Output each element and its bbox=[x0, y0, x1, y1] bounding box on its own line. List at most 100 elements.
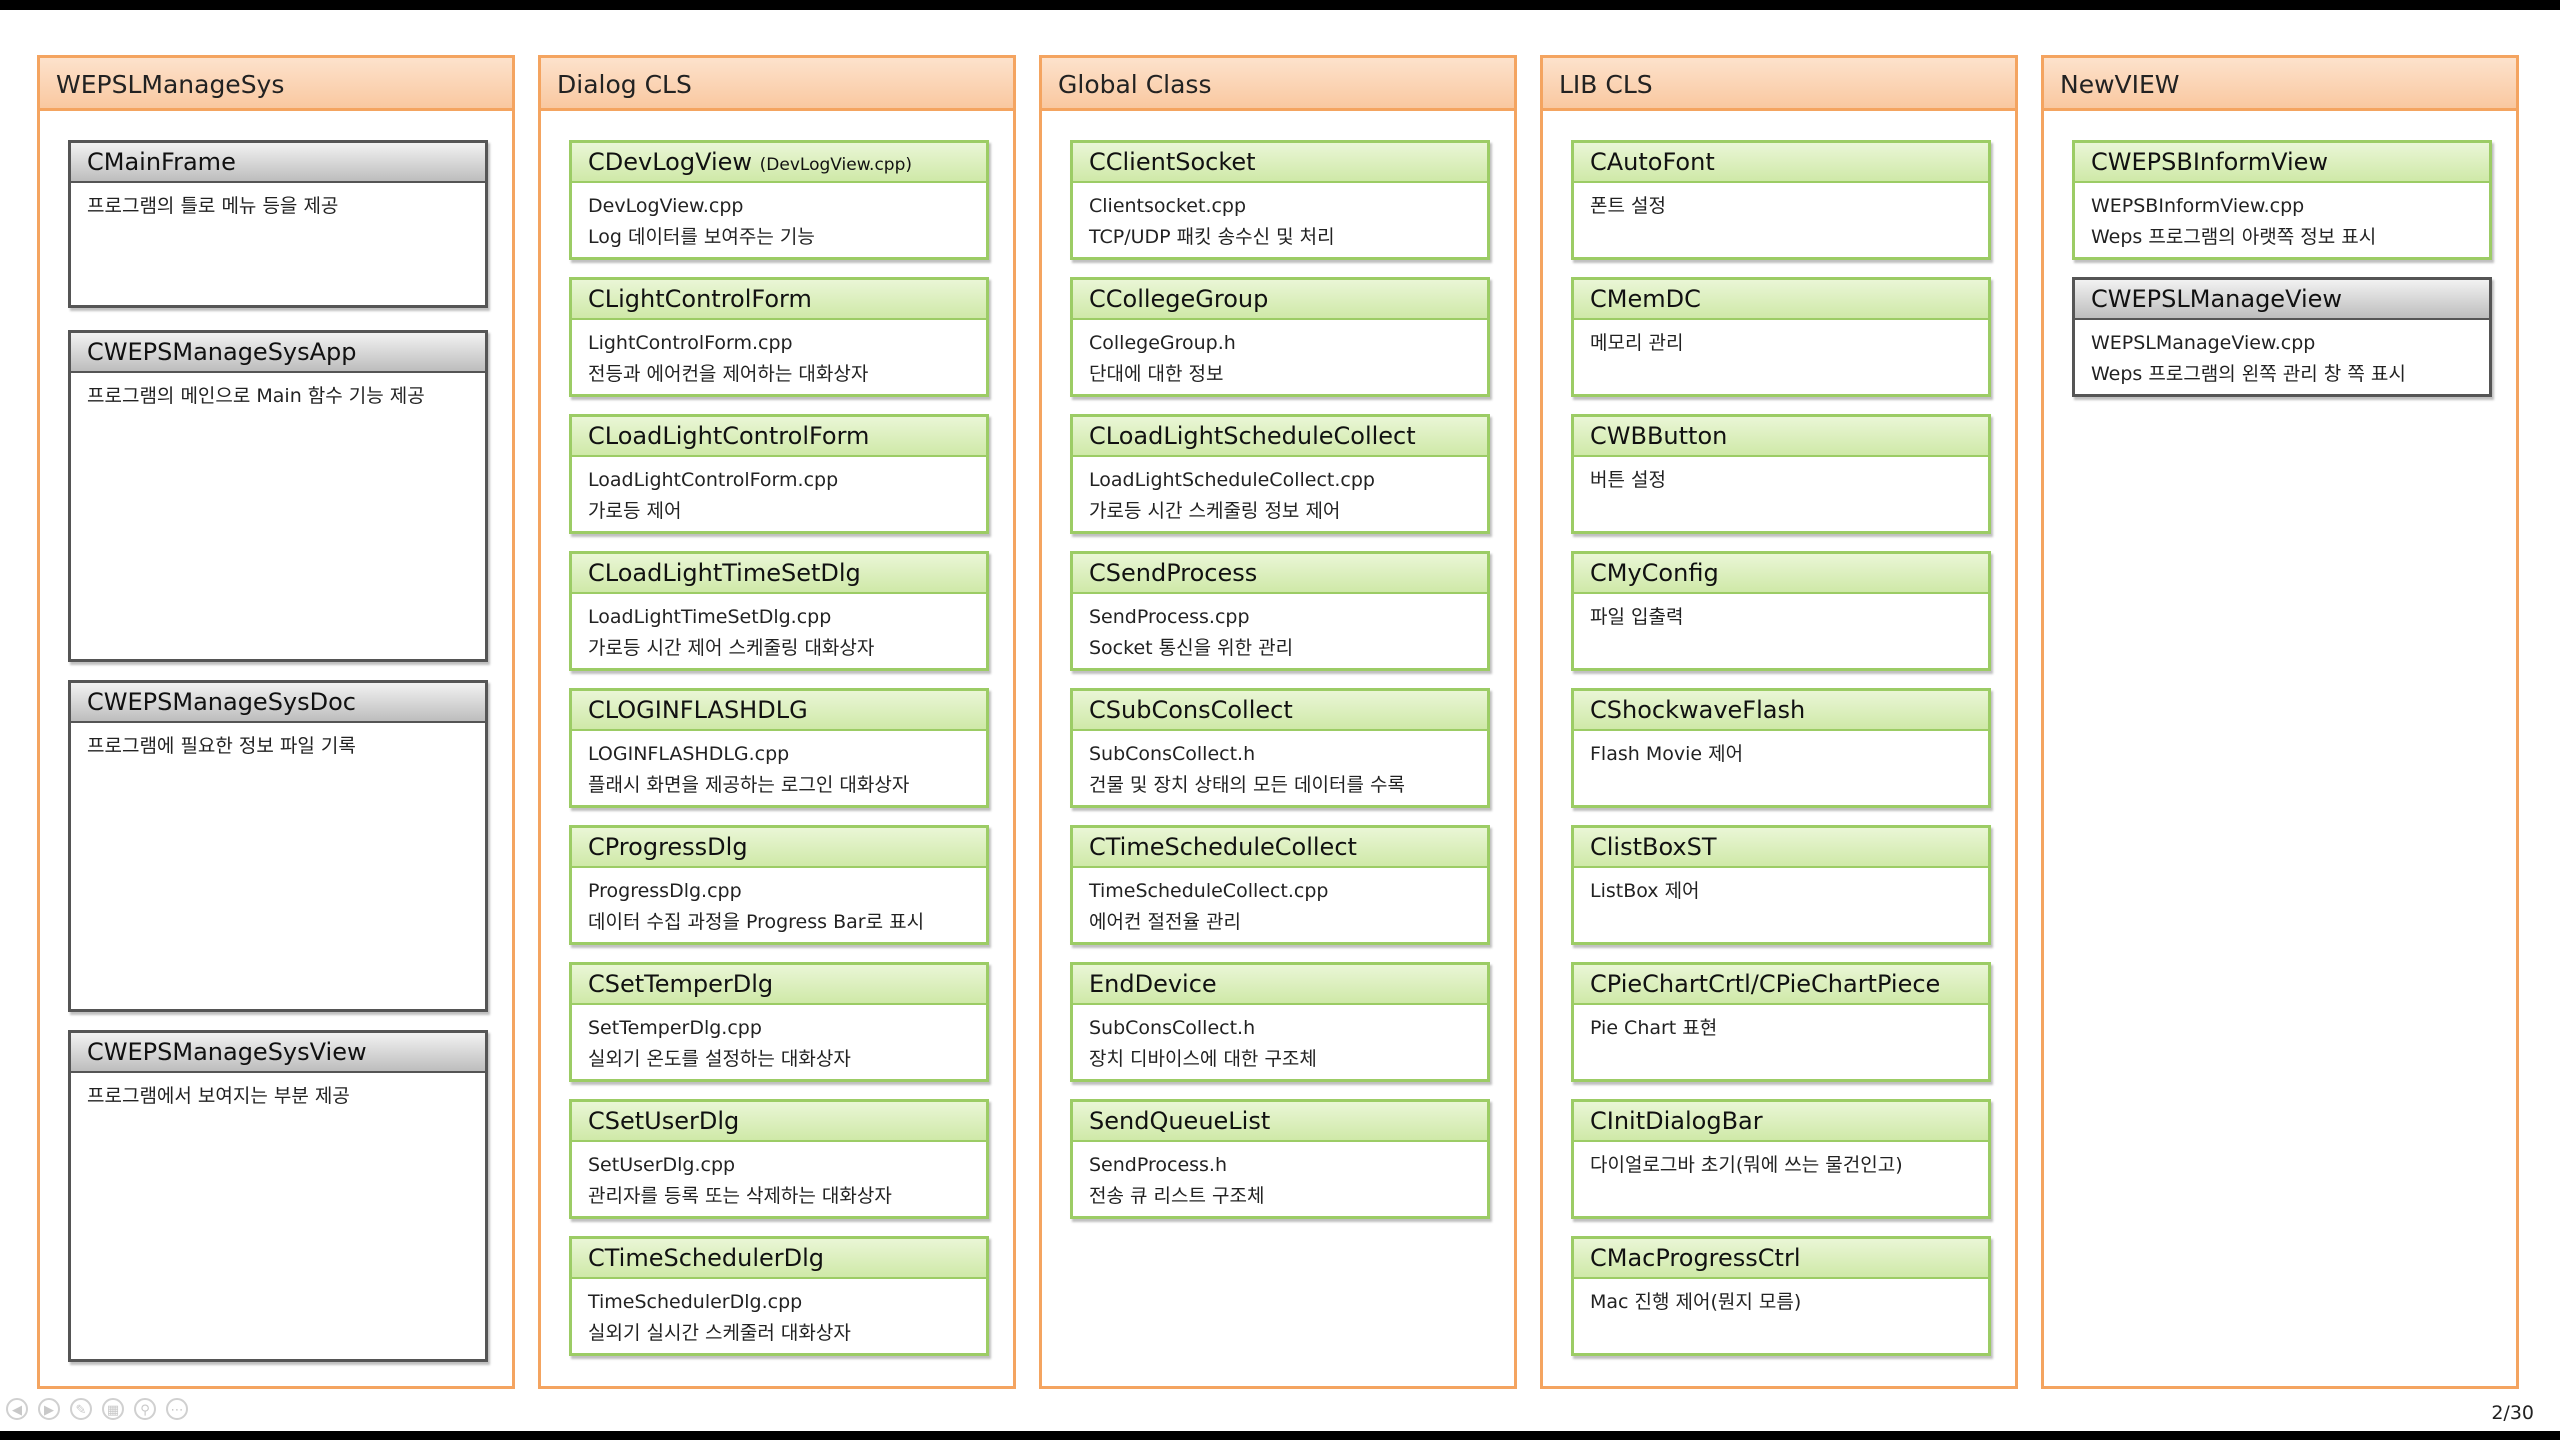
class-name: CLoadLightTimeSetDlg bbox=[572, 554, 986, 594]
class-card-cshockwaveflash: CShockwaveFlash Flash Movie 제어 bbox=[1571, 688, 1991, 808]
class-description: 프로그램에서 보여지는 부분 제공 bbox=[87, 1085, 350, 1107]
class-card-ctimeschedulerdlg: CTimeSchedulerDlg TimeSchedulerDlg.cpp 실외… bbox=[569, 1236, 989, 1356]
class-name: CLOGINFLASHDLG bbox=[572, 691, 986, 731]
class-file: LoadLightControlForm.cpp bbox=[588, 469, 839, 491]
class-file: SubConsCollect.h bbox=[1089, 743, 1256, 765]
class-description: TCP/UDP 패킷 송수신 및 처리 bbox=[1089, 226, 1335, 248]
class-card-cdevlogview: CDevLogView (DevLogView.cpp) DevLogView.… bbox=[569, 140, 989, 260]
class-card-cwepsmanagesysdoc: CWEPSManageSysDoc 프로그램에 필요한 정보 파일 기록 bbox=[68, 680, 488, 1012]
class-description: 프로그램의 메인으로 Main 함수 기능 제공 bbox=[87, 385, 425, 407]
class-file: LoadLightScheduleCollect.cpp bbox=[1089, 469, 1375, 491]
class-card-cloadlighttimesetdlg: CLoadLightTimeSetDlg LoadLightTimeSetDlg… bbox=[569, 551, 989, 671]
class-name: CSetUserDlg bbox=[572, 1102, 986, 1142]
class-description: Weps 프로그램의 왼쪽 관리 창 쪽 표시 bbox=[2091, 363, 2406, 385]
class-name: CSubConsCollect bbox=[1073, 691, 1487, 731]
class-card-cloginflashdlg: CLOGINFLASHDLG LOGINFLASHDLG.cpp 플래시 화면을 … bbox=[569, 688, 989, 808]
class-name: CTimeScheduleCollect bbox=[1073, 828, 1487, 868]
class-name: CMacProgressCtrl bbox=[1574, 1239, 1988, 1279]
class-name: CSetTemperDlg bbox=[572, 965, 986, 1005]
column-title: Global Class bbox=[1042, 58, 1514, 111]
class-card-sendqueuelist: SendQueueList SendProcess.h 전송 큐 리스트 구조체 bbox=[1070, 1099, 1490, 1219]
class-card-cwbbutton: CWBButton 버튼 설정 bbox=[1571, 414, 1991, 534]
class-name: CPieChartCrtl/CPieChartPiece bbox=[1574, 965, 1988, 1005]
class-name: CProgressDlg bbox=[572, 828, 986, 868]
class-name: CTimeSchedulerDlg bbox=[572, 1239, 986, 1279]
bottom-black-bar bbox=[0, 1431, 2560, 1440]
zoom-icon[interactable]: ⚲ bbox=[134, 1398, 156, 1420]
class-description: 실외기 실시간 스케줄러 대화상자 bbox=[588, 1322, 851, 1344]
class-description: 버튼 설정 bbox=[1590, 469, 1666, 491]
class-card-csetuserdlg: CSetUserDlg SetUserDlg.cpp 관리자를 등록 또는 삭제하… bbox=[569, 1099, 989, 1219]
class-description: Flash Movie 제어 bbox=[1590, 743, 1744, 765]
class-name: CWEPSManageSysDoc bbox=[71, 683, 485, 723]
class-name: CShockwaveFlash bbox=[1574, 691, 1988, 731]
class-card-cpiechartcrtl: CPieChartCrtl/CPieChartPiece Pie Chart 표… bbox=[1571, 962, 1991, 1082]
class-card-cwepsmanagesysapp: CWEPSManageSysApp 프로그램의 메인으로 Main 함수 기능 … bbox=[68, 330, 488, 662]
class-description: 메모리 관리 bbox=[1590, 332, 1684, 354]
column-title: Dialog CLS bbox=[541, 58, 1013, 111]
class-file: WEPSBInformView.cpp bbox=[2091, 195, 2305, 217]
class-card-cautofont: CAutoFont 폰트 설정 bbox=[1571, 140, 1991, 260]
class-description: 건물 및 장치 상태의 모든 데이터를 수록 bbox=[1089, 774, 1405, 796]
class-description: Weps 프로그램의 아랫쪽 정보 표시 bbox=[2091, 226, 2377, 248]
class-file: LoadLightTimeSetDlg.cpp bbox=[588, 606, 832, 628]
class-name: CLightControlForm bbox=[572, 280, 986, 320]
class-file-hint: (DevLogView.cpp) bbox=[759, 155, 913, 175]
class-file: TimeSchedulerDlg.cpp bbox=[588, 1291, 803, 1313]
class-card-csubconscollect: CSubConsCollect SubConsCollect.h 건물 및 장치 … bbox=[1070, 688, 1490, 808]
column-wepslmanagesys: WEPSLManageSys CMainFrame 프로그램의 틀로 메뉴 등을… bbox=[37, 55, 515, 1389]
class-description: 파일 입출력 bbox=[1590, 606, 1684, 628]
class-description: 에어컨 절전율 관리 bbox=[1089, 911, 1241, 933]
class-card-clistboxst: ClistBoxST ListBox 제어 bbox=[1571, 825, 1991, 945]
class-card-cmainframe: CMainFrame 프로그램의 틀로 메뉴 등을 제공 bbox=[68, 140, 488, 308]
class-description: Mac 진행 제어(뭔지 모름) bbox=[1590, 1291, 1802, 1313]
class-file: SendProcess.cpp bbox=[1089, 606, 1250, 628]
class-file: SetUserDlg.cpp bbox=[588, 1154, 736, 1176]
class-name: ClistBoxST bbox=[1574, 828, 1988, 868]
column-newview: NewVIEW CWEPSBInformView WEPSBInformView… bbox=[2041, 55, 2519, 1389]
more-icon[interactable]: ⋯ bbox=[166, 1398, 188, 1420]
class-name: CWEPSManageSysView bbox=[71, 1033, 485, 1073]
prev-arrow-icon[interactable]: ◀ bbox=[6, 1398, 28, 1420]
class-name: CSendProcess bbox=[1073, 554, 1487, 594]
top-black-bar bbox=[0, 0, 2560, 10]
class-description: Pie Chart 표현 bbox=[1590, 1017, 1718, 1039]
class-description: 다이얼로그바 초기(뭐에 쓰는 물건인고) bbox=[1590, 1154, 1903, 1176]
class-file: Clientsocket.cpp bbox=[1089, 195, 1247, 217]
class-name: CMemDC bbox=[1574, 280, 1988, 320]
class-name: CWEPSManageSysApp bbox=[71, 333, 485, 373]
class-file: ProgressDlg.cpp bbox=[588, 880, 742, 902]
class-card-ctimeschedulecollect: CTimeScheduleCollect TimeScheduleCollect… bbox=[1070, 825, 1490, 945]
class-card-cmacprogressctrl: CMacProgressCtrl Mac 진행 제어(뭔지 모름) bbox=[1571, 1236, 1991, 1356]
slides-icon[interactable]: ▦ bbox=[102, 1398, 124, 1420]
class-card-cmyconfig: CMyConfig 파일 입출력 bbox=[1571, 551, 1991, 671]
class-card-cmemdc: CMemDC 메모리 관리 bbox=[1571, 277, 1991, 397]
class-card-cwepslmanageview: CWEPSLManageView WEPSLManageView.cpp Weps… bbox=[2072, 277, 2492, 397]
class-description: 전등과 에어컨을 제어하는 대화상자 bbox=[588, 363, 869, 385]
class-file: LightControlForm.cpp bbox=[588, 332, 793, 354]
class-file: WEPSLManageView.cpp bbox=[2091, 332, 2316, 354]
class-description: 폰트 설정 bbox=[1590, 195, 1666, 217]
class-name: CAutoFont bbox=[1574, 143, 1988, 183]
class-description: 실외기 온도를 설정하는 대화상자 bbox=[588, 1048, 851, 1070]
class-card-csendprocess: CSendProcess SendProcess.cpp Socket 통신을 위… bbox=[1070, 551, 1490, 671]
class-name: CLoadLightControlForm bbox=[572, 417, 986, 457]
class-name: CMainFrame bbox=[71, 143, 485, 183]
class-name: CInitDialogBar bbox=[1574, 1102, 1988, 1142]
class-name: CLoadLightScheduleCollect bbox=[1073, 417, 1487, 457]
class-file: TimeScheduleCollect.cpp bbox=[1089, 880, 1329, 902]
slideshow-nav: ◀ ▶ ✎ ▦ ⚲ ⋯ bbox=[6, 1398, 188, 1420]
class-name: EndDevice bbox=[1073, 965, 1487, 1005]
class-card-cclientsocket: CClientSocket Clientsocket.cpp TCP/UDP 패킷… bbox=[1070, 140, 1490, 260]
class-description: 프로그램에 필요한 정보 파일 기록 bbox=[87, 735, 356, 757]
class-name: CWEPSBInformView bbox=[2075, 143, 2489, 183]
class-card-cloadlightschedulecollect: CLoadLightScheduleCollect LoadLightSched… bbox=[1070, 414, 1490, 534]
next-arrow-icon[interactable]: ▶ bbox=[38, 1398, 60, 1420]
class-card-ccollegegroup: CCollegeGroup CollegeGroup.h 단대에 대한 정보 bbox=[1070, 277, 1490, 397]
column-title: WEPSLManageSys bbox=[40, 58, 512, 111]
pen-icon[interactable]: ✎ bbox=[70, 1398, 92, 1420]
class-card-cinitdialogbar: CInitDialogBar 다이얼로그바 초기(뭐에 쓰는 물건인고) bbox=[1571, 1099, 1991, 1219]
class-description: 데이터 수집 과정을 Progress Bar로 표시 bbox=[588, 911, 925, 933]
class-name: CDevLogView (DevLogView.cpp) bbox=[572, 143, 986, 183]
class-card-csettemperdlg: CSetTemperDlg SetTemperDlg.cpp 실외기 온도를 설정… bbox=[569, 962, 989, 1082]
